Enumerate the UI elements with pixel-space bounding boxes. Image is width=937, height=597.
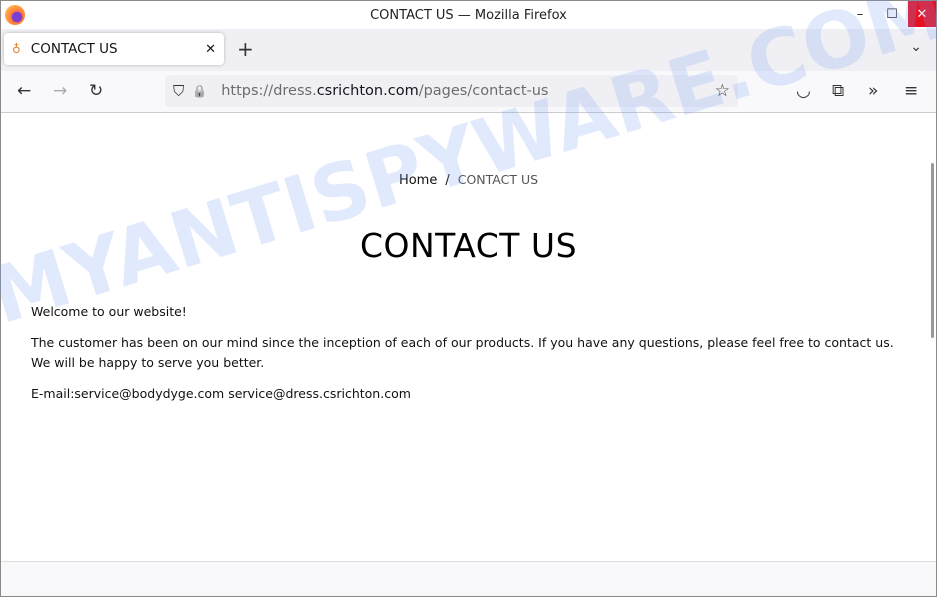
breadcrumb-home-link[interactable]: Home (399, 173, 437, 188)
navigation-bar: ← → ↻ ⛉ 🔒 https://dress.csrichton.com/pa… (1, 71, 936, 113)
hamburger-menu-icon[interactable]: ≡ (904, 81, 918, 101)
maximize-button[interactable]: ☐ (876, 1, 908, 27)
firefox-logo-icon (5, 5, 25, 25)
tab-contact-us[interactable]: ♁ CONTACT US ✕ (4, 33, 224, 65)
minimize-button[interactable]: – (844, 1, 876, 27)
new-tab-button[interactable]: + (237, 37, 254, 61)
overflow-chevron-icon[interactable]: » (868, 81, 878, 101)
forward-arrow-icon[interactable]: → (53, 81, 67, 101)
shield-icon[interactable]: ⛉ (173, 82, 184, 100)
pocket-icon[interactable]: ◡ (796, 81, 811, 101)
close-tab-icon[interactable]: ✕ (205, 42, 216, 57)
tab-label: CONTACT US (30, 41, 118, 57)
scrollbar[interactable] (931, 163, 934, 338)
window-title: CONTACT US — Mozilla Firefox (370, 7, 567, 23)
url-text[interactable]: https://dress.csrichton.com/pages/contac… (221, 83, 548, 99)
lock-icon[interactable]: 🔒 (192, 84, 207, 98)
page-content: Home / CONTACT US CONTACT US Welcome to ou… (1, 113, 936, 561)
page-title: CONTACT US (359, 226, 578, 265)
list-all-tabs-chevron-icon[interactable]: ⌄ (910, 39, 922, 55)
reload-icon[interactable]: ↻ (89, 81, 103, 101)
favicon-icon: ♁ (12, 42, 21, 56)
title-bar: CONTACT US — Mozilla Firefox – ☐ ✕ (1, 1, 936, 29)
breadcrumb: Home / CONTACT US (398, 172, 539, 188)
close-window-button[interactable]: ✕ (908, 1, 936, 27)
email-text: E-mail:service@bodydyge.com service@dres… (31, 386, 411, 401)
breadcrumb-current: CONTACT US (457, 172, 539, 187)
intro-paragraph: The customer has been on our mind since … (31, 335, 894, 370)
back-arrow-icon[interactable]: ← (17, 81, 31, 101)
extensions-icon[interactable]: ⧉ (832, 81, 844, 101)
bookmark-star-icon[interactable]: ☆ (715, 81, 730, 101)
url-bar[interactable]: ⛉ 🔒 https://dress.csrichton.com/pages/co… (165, 75, 738, 107)
tab-bar: ♁ CONTACT US ✕ + ⌄ (1, 29, 936, 71)
welcome-text: Welcome to our website! (31, 304, 187, 319)
page-footer-bar (1, 561, 936, 596)
